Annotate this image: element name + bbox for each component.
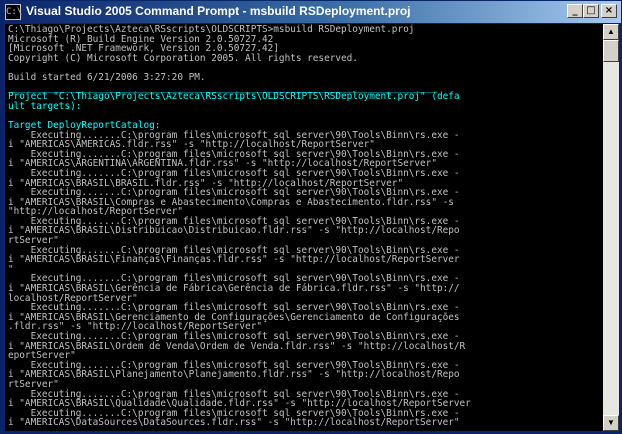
- console-line: i "AMERICAS\DataSources\DataSources.fldr…: [8, 417, 460, 429]
- console-line: Project "C:\Thiago\Projects\Azteca\RSscr…: [8, 91, 460, 103]
- console-line: ult targets):: [8, 100, 82, 112]
- vertical-scrollbar[interactable]: ▲ ▼: [603, 24, 619, 431]
- command-prompt-window: C:\ Visual Studio 2005 Command Prompt - …: [0, 0, 622, 434]
- scroll-down-button[interactable]: ▼: [603, 415, 619, 431]
- scroll-up-button[interactable]: ▲: [603, 24, 619, 40]
- cmd-icon[interactable]: C:\: [5, 4, 22, 20]
- minimize-button[interactable]: _: [567, 4, 583, 18]
- console-line: Copyright (C) Microsoft Corporation 2005…: [8, 52, 358, 64]
- maximize-button[interactable]: □: [583, 4, 599, 18]
- console-lines: C:\Thiago\Projects\Azteca\RSscripts\OLDS…: [5, 24, 603, 428]
- window-title: Visual Studio 2005 Command Prompt - msbu…: [26, 4, 411, 18]
- title-bar[interactable]: C:\ Visual Studio 2005 Command Prompt - …: [1, 1, 621, 23]
- console-output[interactable]: C:\Thiago\Projects\Azteca\RSscripts\OLDS…: [5, 24, 603, 431]
- scroll-thumb[interactable]: [603, 40, 619, 62]
- console-line: i "AMERICAS\BRASIL\Planejamento\Planejam…: [8, 369, 460, 381]
- console-line: i "AMERICAS\BRASIL\Ordem de Venda\Ordem …: [8, 340, 466, 352]
- close-button[interactable]: ×: [601, 4, 617, 18]
- console-line: i "AMERICAS\BRASIL\Distribuicao\Distribu…: [8, 225, 460, 237]
- console-line: i "AMERICAS\BRASIL\Finanças\Finanças.fld…: [8, 254, 460, 266]
